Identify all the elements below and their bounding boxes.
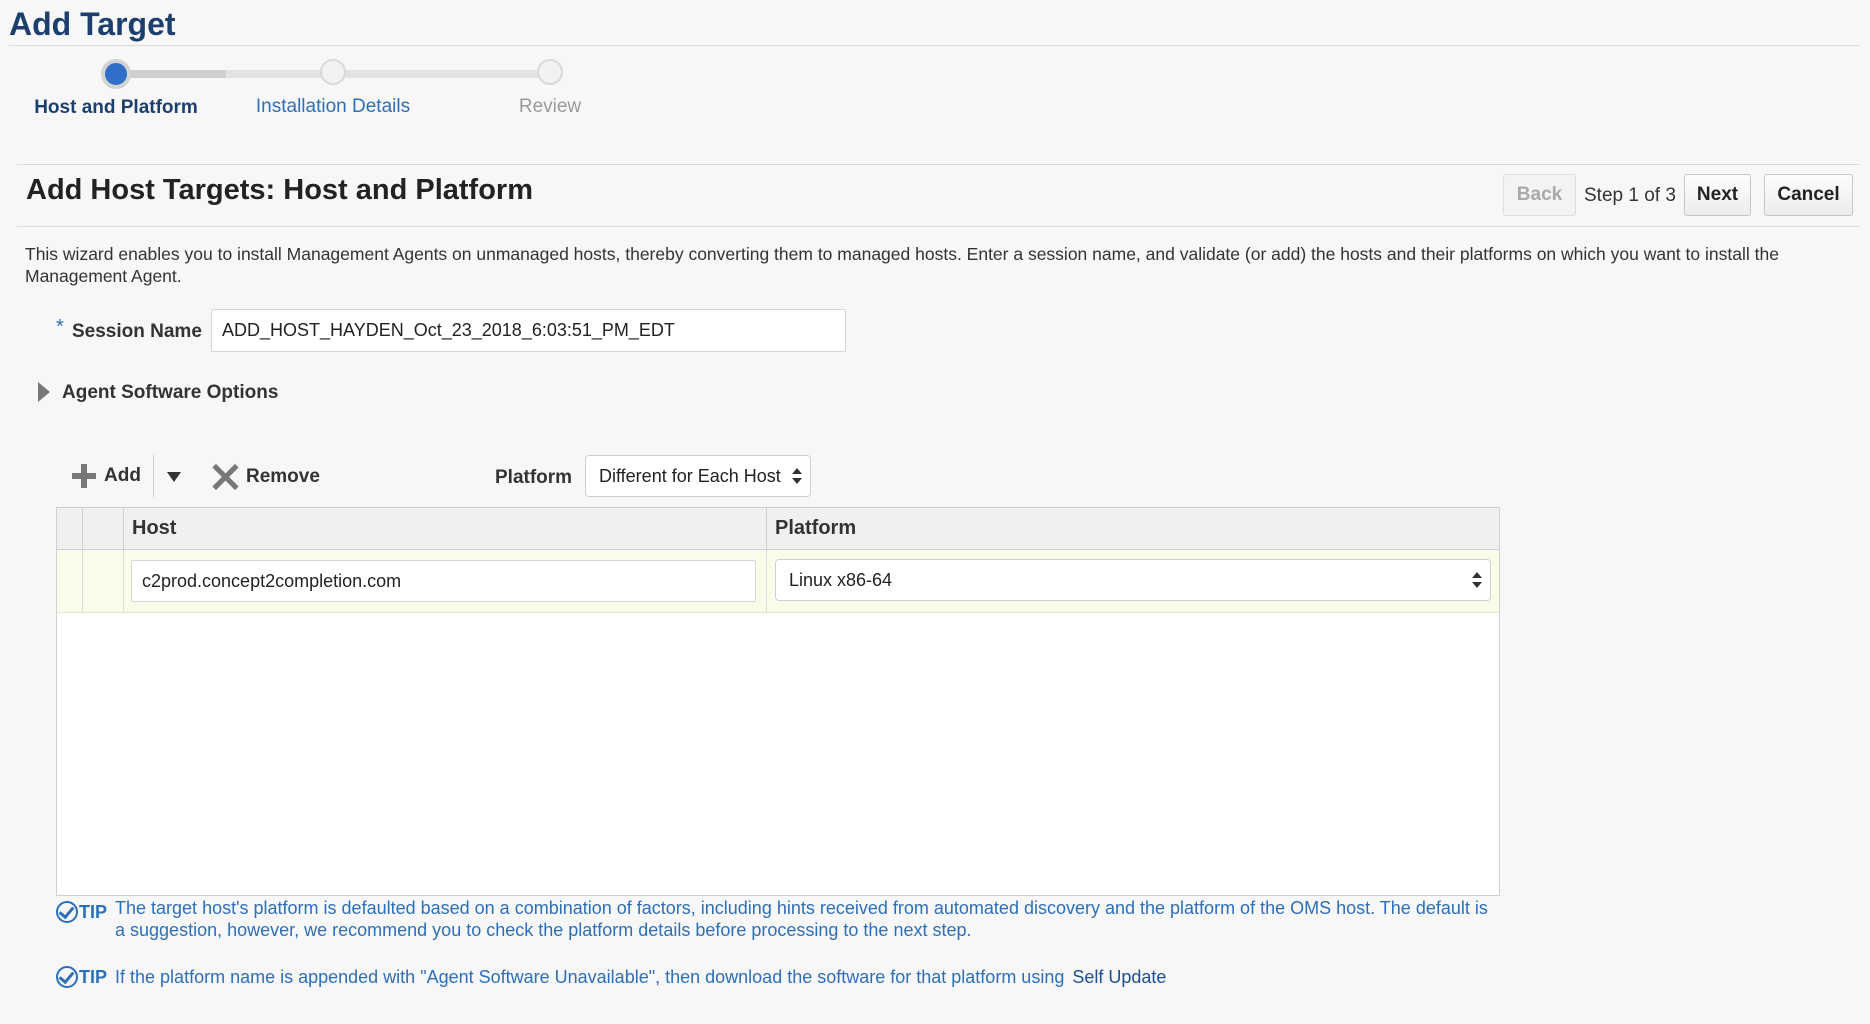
- platform-mode-select[interactable]: Different for Each Host: [585, 455, 811, 497]
- required-indicator: *: [56, 316, 64, 338]
- plus-icon: [72, 464, 96, 488]
- header-spacer: [57, 508, 82, 549]
- row-divider: [766, 550, 767, 612]
- add-label: Add: [104, 465, 141, 486]
- cancel-button[interactable]: Cancel: [1764, 174, 1853, 216]
- row-divider: [123, 550, 124, 612]
- remove-label: Remove: [246, 466, 320, 487]
- column-header-platform: Platform: [766, 508, 1499, 549]
- train-label-installation-details[interactable]: Installation Details: [256, 96, 410, 118]
- section-title: Add Host Targets: Host and Platform: [26, 174, 533, 206]
- platform-select-label: Platform: [495, 467, 573, 488]
- back-button[interactable]: Back: [1503, 174, 1576, 216]
- select-arrows-icon: [792, 468, 802, 484]
- row-divider: [82, 550, 83, 612]
- session-name-input[interactable]: ADD_HOST_HAYDEN_Oct_23_2018_6:03:51_PM_E…: [211, 309, 846, 352]
- header-select-column: [82, 508, 123, 549]
- disclosure-triangle-icon[interactable]: [38, 382, 50, 402]
- tip-text-label: TIP: [79, 902, 108, 922]
- train-stop-host-and-platform[interactable]: [101, 59, 131, 89]
- tip-label: TIP: [56, 901, 107, 923]
- table-row[interactable]: c2prod.concept2completion.com Linux x86-…: [57, 550, 1499, 613]
- toolbar-separator: [153, 455, 154, 497]
- tip-platform-default: TIP The target host's platform is defaul…: [56, 897, 1496, 941]
- select-arrows-icon: [1472, 572, 1482, 588]
- page-title: Add Target: [9, 6, 176, 42]
- host-platform-value: Linux x86-64: [789, 569, 893, 590]
- tip-text: If the platform name is appended with "A…: [115, 967, 1065, 987]
- tip-text-label: TIP: [79, 967, 108, 987]
- train-stop-installation-details[interactable]: [320, 59, 346, 85]
- add-button[interactable]: Add: [72, 464, 141, 488]
- column-header-host: Host: [123, 508, 766, 549]
- table-header: Host Platform: [57, 508, 1499, 550]
- train-stop-review: [537, 59, 563, 85]
- train-segment-done: [116, 70, 226, 78]
- step-indicator: Step 1 of 3: [1584, 185, 1676, 206]
- remove-button[interactable]: Remove: [212, 464, 320, 490]
- tip-label: TIP: [56, 966, 107, 988]
- self-update-link[interactable]: Self Update: [1072, 966, 1166, 988]
- host-input[interactable]: c2prod.concept2completion.com: [131, 560, 756, 602]
- agent-software-options-toggle[interactable]: Agent Software Options: [62, 382, 278, 404]
- next-button[interactable]: Next: [1684, 174, 1751, 216]
- wizard-description: This wizard enables you to install Manag…: [25, 244, 1779, 286]
- train-divider: [17, 164, 1860, 165]
- train-label-host-and-platform[interactable]: Host and Platform: [34, 97, 198, 119]
- tip-agent-software: TIP If the platform name is appended wit…: [56, 966, 1496, 988]
- remove-x-icon: [212, 464, 238, 490]
- title-divider: [9, 45, 1860, 46]
- tip-text: The target host's platform is defaulted …: [115, 898, 1488, 940]
- add-menu-dropdown-icon[interactable]: [167, 472, 181, 482]
- train-label-review: Review: [518, 96, 582, 117]
- header-divider: [17, 226, 1860, 227]
- host-platform-select[interactable]: Linux x86-64: [775, 559, 1491, 601]
- check-icon: [56, 901, 78, 923]
- session-name-label: Session Name: [72, 321, 202, 342]
- hosts-table: Host Platform c2prod.concept2completion.…: [56, 507, 1500, 896]
- train-segment-pending: [226, 70, 551, 78]
- platform-mode-value: Different for Each Host: [599, 465, 781, 486]
- check-icon: [56, 966, 78, 988]
